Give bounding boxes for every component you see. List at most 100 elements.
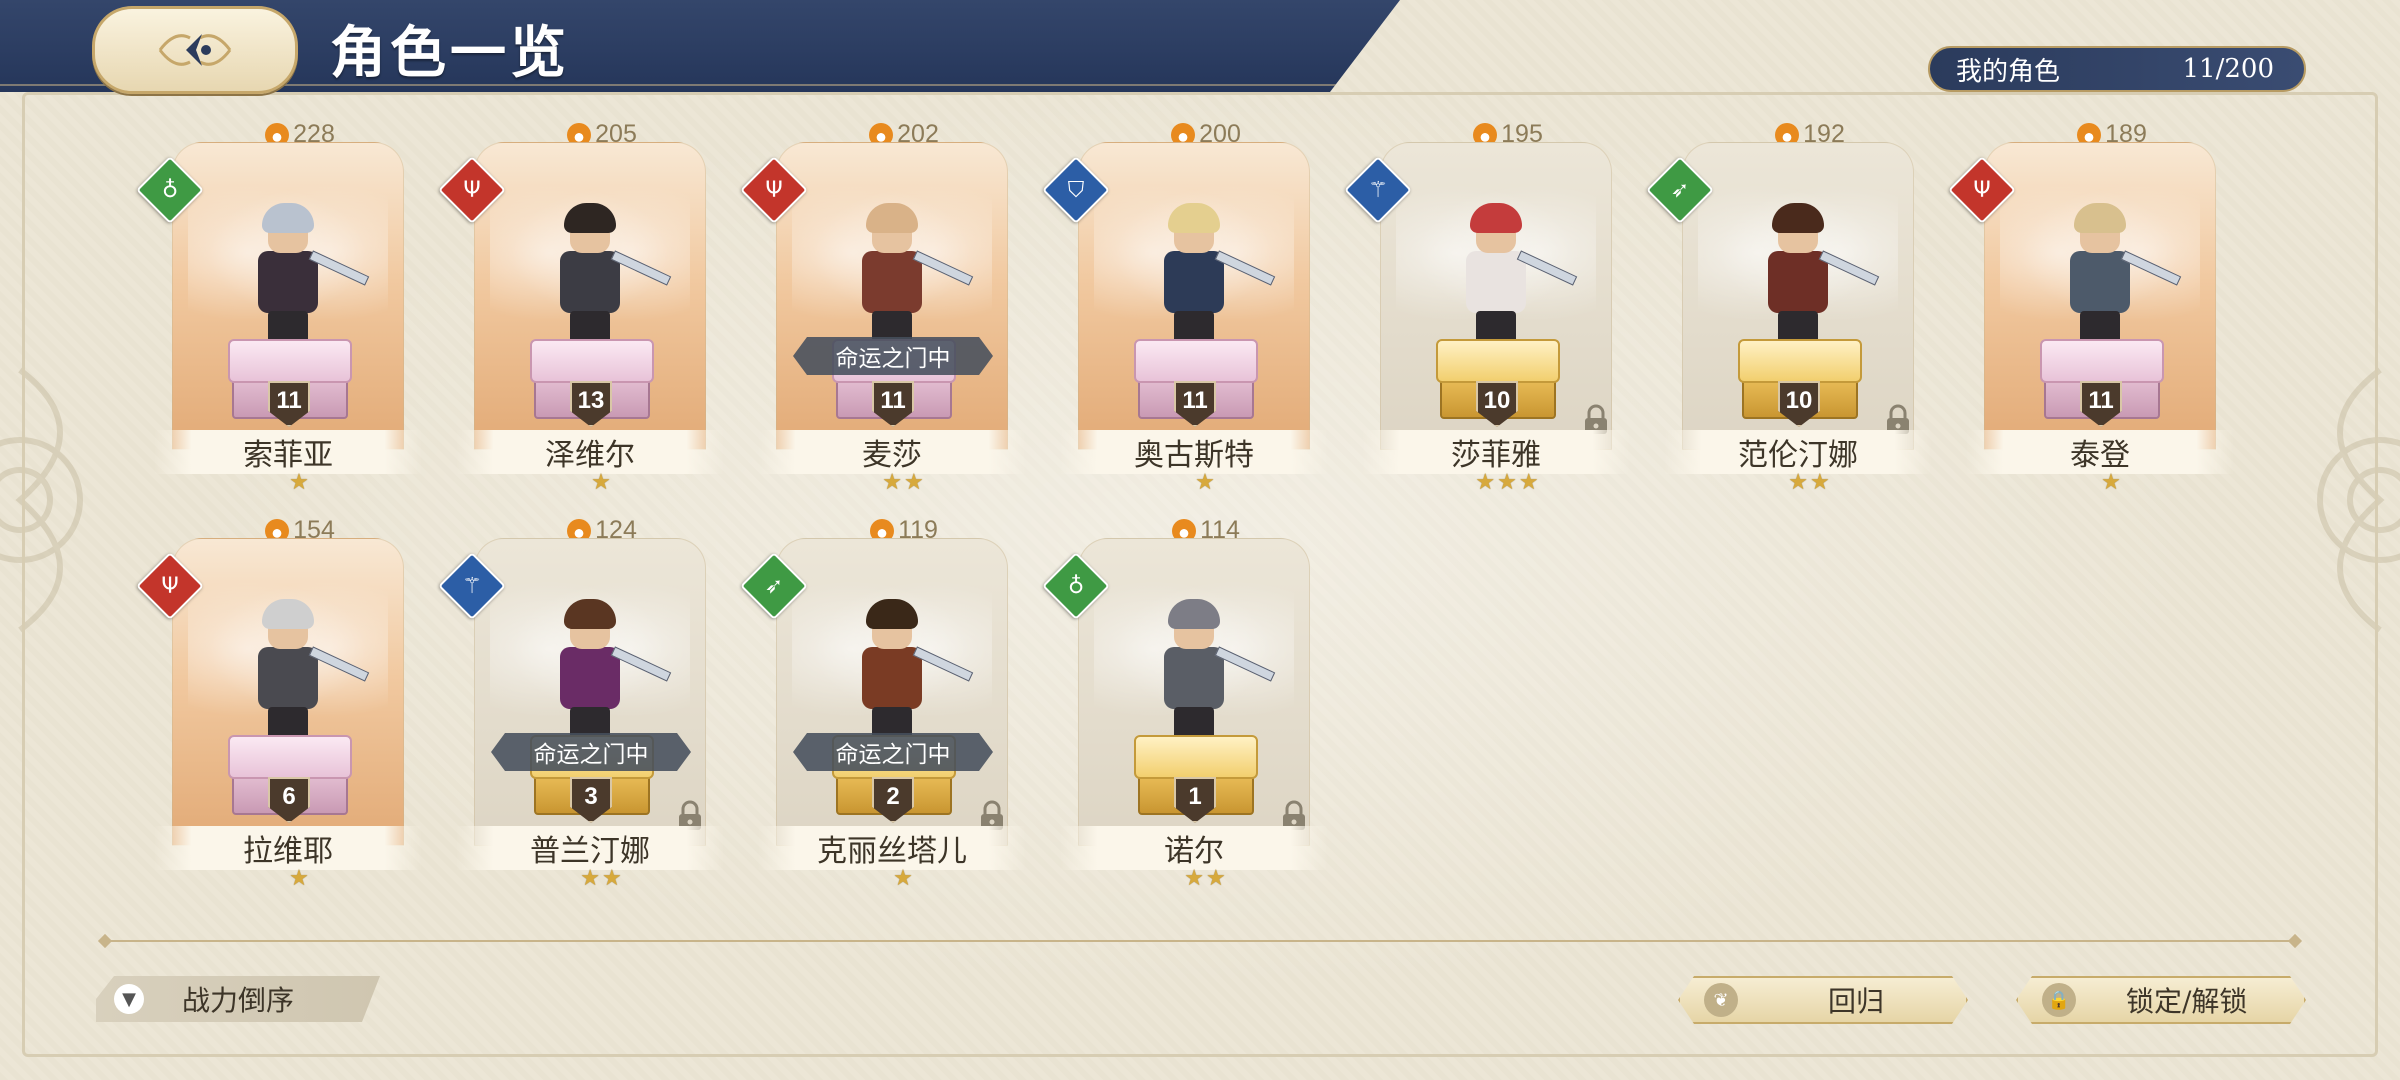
owned-label: 我的角色: [1956, 56, 2061, 87]
character-portrait: 10: [1380, 142, 1612, 450]
character-name: 普兰汀娜: [456, 826, 724, 870]
character-card[interactable]: 200 11 ⛉ 奥古斯特 ★: [1042, 118, 1356, 495]
star-rating: ★: [289, 866, 311, 891]
sprite-body: [1466, 251, 1526, 313]
character-portrait: 10: [1682, 142, 1914, 450]
star-rating: ★★: [580, 866, 624, 891]
character-card[interactable]: 119 2 命运之门中 ➶ 克丽丝塔儿 ★: [740, 514, 1054, 891]
level-badge: 11: [268, 381, 310, 427]
level-number: 10: [1785, 387, 1813, 414]
sprite-body: [1164, 251, 1224, 313]
page-title: 角色一览: [330, 20, 570, 86]
sprite-body: [560, 647, 620, 709]
divider: [104, 940, 2296, 942]
sprite-hair: [262, 203, 314, 233]
sword-icon: ♁: [1067, 573, 1085, 599]
sprite-body: [862, 647, 922, 709]
character-sprite: [1446, 203, 1578, 353]
character-name-text: 诺尔: [1164, 834, 1224, 869]
sprite-body: [862, 251, 922, 313]
level-number: 10: [1483, 387, 1511, 414]
character-sprite: [1144, 599, 1276, 749]
character-name: 奥古斯特: [1060, 430, 1328, 474]
level-number: 13: [577, 387, 605, 414]
character-name: 麦莎: [758, 430, 1026, 474]
level-number: 11: [1182, 387, 1208, 414]
character-card[interactable]: 192 10 ➶ 范伦汀娜 ★★: [1646, 118, 1960, 495]
level-badge: 13: [570, 381, 612, 427]
star-rating: ★: [591, 470, 613, 495]
return-label: 回归: [1828, 985, 1885, 1018]
sort-label: 战力倒序: [182, 984, 295, 1017]
sprite-body: [258, 251, 318, 313]
character-name-text: 麦莎: [862, 438, 922, 473]
character-card[interactable]: 205 13 Ψ 泽维尔 ★: [438, 118, 752, 495]
character-card[interactable]: 114 1 ♁ 诺尔 ★★: [1042, 514, 1356, 891]
character-card[interactable]: 228 11 ♁ 索菲亚 ★: [136, 118, 450, 495]
trident-icon: Ψ: [463, 177, 481, 203]
staff-icon: ⚚: [1368, 177, 1388, 203]
staff-icon: ⚚: [462, 573, 482, 599]
sprite-hair: [1470, 203, 1522, 233]
character-card[interactable]: 202 11 命运之门中 Ψ 麦莎 ★★: [740, 118, 1054, 495]
character-card[interactable]: 195 10 ⚚ 莎菲雅 ★★★: [1344, 118, 1658, 495]
character-sprite: [1144, 203, 1276, 353]
character-name-text: 索菲亚: [243, 438, 333, 473]
character-card[interactable]: 189 11 Ψ 泰登 ★: [1948, 118, 2262, 495]
lock-icon: 🔒: [2042, 983, 2076, 1017]
character-name-text: 莎菲雅: [1451, 438, 1541, 473]
bow-icon: ➶: [764, 573, 784, 599]
character-name: 克丽丝塔儿: [758, 826, 1026, 870]
character-sprite: [238, 203, 370, 353]
back-arrow-icon: [158, 34, 232, 66]
pedestal-top: [1436, 339, 1560, 383]
star-rating: ★★: [1184, 866, 1228, 891]
level-badge: 6: [268, 777, 310, 823]
character-name-text: 奥古斯特: [1134, 438, 1254, 473]
level-number: 11: [2088, 387, 2114, 414]
level-badge: 10: [1778, 381, 1820, 427]
bow-icon: ➶: [1670, 177, 1690, 203]
character-portrait: 3 命运之门中: [474, 538, 706, 846]
pedestal-top: [1738, 339, 1862, 383]
character-card[interactable]: 154 6 Ψ 拉维耶 ★: [136, 514, 450, 891]
pedestal-top: [530, 339, 654, 383]
sort-button[interactable]: ▼ 战力倒序: [96, 976, 380, 1022]
sword-icon: ♁: [161, 177, 179, 203]
character-name-text: 拉维耶: [243, 834, 333, 869]
level-number: 11: [880, 387, 906, 414]
character-portrait: 1: [1078, 538, 1310, 846]
character-portrait: 11: [172, 142, 404, 450]
character-portrait: 11: [1078, 142, 1310, 450]
character-name-text: 普兰汀娜: [530, 834, 650, 869]
sprite-hair: [262, 599, 314, 629]
star-rating: ★: [2101, 470, 2123, 495]
pedestal-top: [2040, 339, 2164, 383]
character-name-text: 泽维尔: [545, 438, 635, 473]
level-badge: 11: [2080, 381, 2122, 427]
back-button[interactable]: [92, 6, 298, 94]
owned-count: 11/200: [2182, 54, 2274, 84]
star-rating: ★★: [882, 470, 926, 495]
character-name: 范伦汀娜: [1664, 430, 1932, 474]
level-number: 1: [1188, 783, 1202, 810]
return-button[interactable]: ❦ 回归: [1678, 976, 1968, 1024]
level-badge: 2: [872, 777, 914, 823]
star-rating: ★: [1195, 470, 1217, 495]
level-badge: 1: [1174, 777, 1216, 823]
fate-gate-banner: 命运之门中: [491, 733, 691, 771]
character-name: 诺尔: [1060, 826, 1328, 870]
sprite-hair: [1772, 203, 1824, 233]
trident-icon: Ψ: [765, 177, 783, 203]
character-card[interactable]: 124 3 命运之门中 ⚚ 普兰汀娜 ★★: [438, 514, 752, 891]
filter-icon: ▼: [114, 984, 144, 1014]
lock-label: 锁定/解锁: [2126, 985, 2248, 1018]
fate-gate-banner: 命运之门中: [793, 337, 993, 375]
character-portrait: 11: [1984, 142, 2216, 450]
star-rating: ★: [289, 470, 311, 495]
lock-unlock-button[interactable]: 🔒 锁定/解锁: [2016, 976, 2306, 1024]
level-badge: 11: [1174, 381, 1216, 427]
sprite-hair: [1168, 599, 1220, 629]
character-sprite: [238, 599, 370, 749]
level-badge: 3: [570, 777, 612, 823]
